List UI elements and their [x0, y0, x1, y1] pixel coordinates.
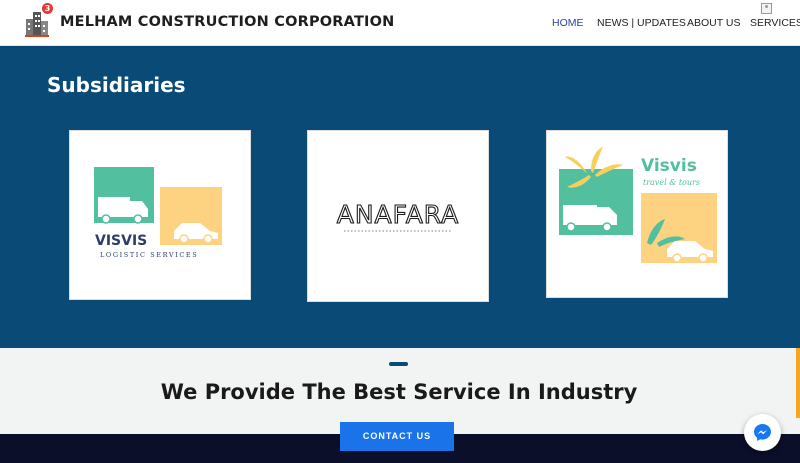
section-title: Subsidiaries — [47, 73, 186, 97]
scroll-indicator[interactable] — [796, 348, 800, 418]
subsidiary-card-anafara[interactable]: ANAFARA — [307, 130, 489, 302]
site-title[interactable]: MELHAM CONSTRUCTION CORPORATION — [60, 14, 395, 30]
visvis-wordmark: VISVIS — [95, 233, 147, 249]
subsidiary-card-visvis-logistics[interactable]: VISVIS LOGISTIC SERVICES — [69, 130, 251, 300]
accent-divider — [389, 362, 408, 366]
messenger-chat-button[interactable] — [744, 414, 781, 451]
nav-about-us[interactable]: ABOUT US — [687, 17, 740, 29]
anafara-logo: ANAFARA — [336, 199, 460, 232]
visvis-tagline: LOGISTIC SERVICES — [100, 251, 198, 259]
user-icon[interactable] — [761, 3, 772, 14]
visvis-travel-logo: Visvis travel & tours — [559, 147, 717, 263]
visvis-logistics-logo: VISVIS LOGISTIC SERVICES — [94, 167, 222, 259]
anafara-wordmark: ANAFARA — [337, 200, 460, 229]
contact-us-button[interactable]: CONTACT US — [340, 422, 454, 451]
subsidiary-card-visvis-travel[interactable]: Visvis travel & tours — [546, 130, 728, 298]
nav-home[interactable]: HOME — [552, 17, 584, 29]
subsidiaries-section: Subsidiaries VISVIS LOGISTIC SERVICES AN… — [0, 46, 800, 348]
messenger-icon — [754, 424, 771, 441]
visvis-travel-tagline: travel & tours — [643, 178, 700, 187]
service-heading: We Provide The Best Service In Industry — [160, 380, 638, 404]
nav-news-updates[interactable]: NEWS | UPDATES — [597, 17, 686, 29]
visvis-travel-wordmark: Visvis — [641, 156, 697, 176]
nav-services[interactable]: SERVICES — [750, 17, 800, 29]
notification-badge[interactable]: 3 — [42, 3, 53, 14]
site-header: 3 MELHAM CONSTRUCTION CORPORATION HOME N… — [0, 0, 800, 46]
